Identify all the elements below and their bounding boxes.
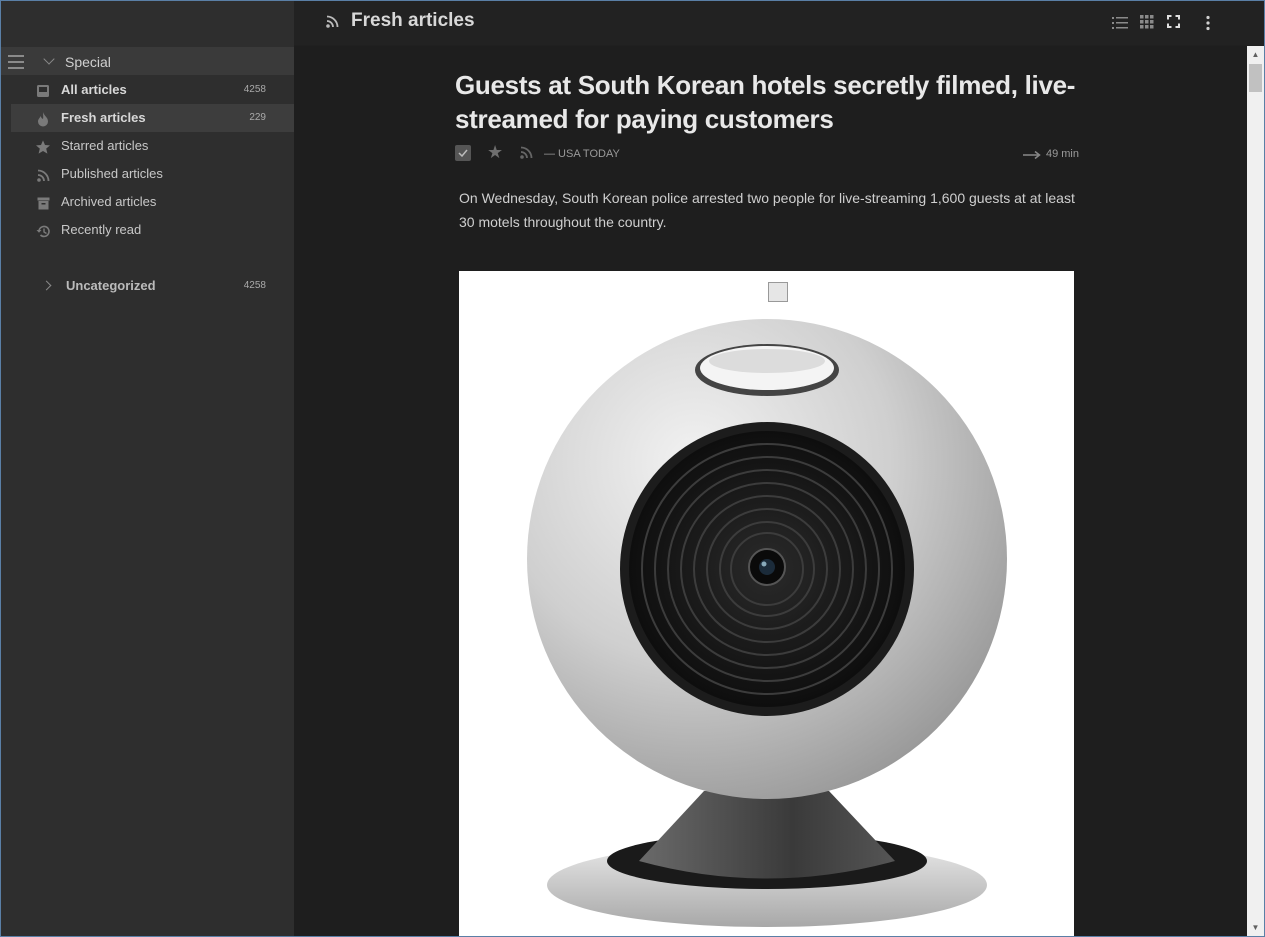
read-time: 49 min [1045, 148, 1079, 160]
chevron-right-icon [41, 280, 52, 291]
broken-image-icon [768, 282, 788, 302]
inbox-icon [35, 83, 51, 99]
chevron-down-icon [43, 53, 55, 65]
archive-icon [35, 195, 51, 211]
sidebar-item-label: Fresh articles [61, 110, 146, 125]
unread-count: 4258 [243, 280, 266, 291]
list-view-button[interactable] [1112, 15, 1128, 31]
webcam-photo [527, 319, 1007, 927]
star-icon [35, 139, 51, 155]
more-options-button[interactable] [1205, 15, 1221, 31]
sidebar-item-archived-articles[interactable]: Archived articles [11, 188, 294, 216]
unread-count: 4258 [243, 84, 266, 95]
grid-view-button[interactable] [1140, 15, 1156, 31]
article-title[interactable]: Guests at South Korean hotels secretly f… [455, 68, 1079, 136]
sidebar-item-label: Published articles [61, 166, 163, 181]
article-view[interactable]: Guests at South Korean hotels secretly f… [294, 46, 1247, 936]
more-vert-icon [1205, 15, 1221, 31]
article-image [459, 271, 1074, 936]
feed-title: Fresh articles [351, 10, 475, 31]
star-icon[interactable]: ★ [487, 143, 503, 161]
fullscreen-icon [1167, 15, 1183, 28]
category-uncategorized[interactable]: Uncategorized 4258 [11, 272, 294, 300]
scroll-down-arrow-icon[interactable]: ▼ [1247, 919, 1264, 936]
article-summary: On Wednesday, South Korean police arrest… [459, 190, 1075, 230]
history-icon [35, 223, 51, 239]
rss-icon [326, 15, 339, 33]
fire-icon [35, 111, 51, 127]
sidebar-top [1, 1, 294, 45]
mark-read-checkbox[interactable] [455, 145, 471, 161]
sidebar-item-label: Starred articles [61, 138, 149, 153]
sidebar-item-recently-read[interactable]: Recently read [11, 216, 294, 244]
unread-count: 229 [249, 112, 266, 123]
content-scrollbar[interactable]: ▲ ▼ [1247, 46, 1264, 936]
special-feed-list: All articles 4258 Fresh articles 229 Sta… [11, 76, 294, 244]
sidebar-item-label: All articles [61, 82, 127, 97]
sidebar-item-label: Archived articles [61, 194, 157, 209]
special-section-label: Special [65, 54, 111, 70]
publish-rss-icon[interactable] [520, 146, 533, 164]
category-label: Uncategorized [66, 278, 156, 293]
grid-view-icon [1140, 15, 1156, 29]
hamburger-menu-icon[interactable] [8, 55, 24, 69]
sidebar-item-starred-articles[interactable]: Starred articles [11, 132, 294, 160]
sidebar-item-label: Recently read [61, 222, 142, 237]
rss-icon [35, 167, 51, 183]
arrow-right-icon [1023, 147, 1041, 165]
sidebar-item-all-articles[interactable]: All articles 4258 [11, 76, 294, 104]
scroll-up-arrow-icon[interactable]: ▲ [1247, 46, 1264, 63]
feed-header: Fresh articles [294, 1, 1264, 45]
sidebar-item-published-articles[interactable]: Published articles [11, 160, 294, 188]
sidebar: Special All articles 4258 Fresh articles… [1, 1, 294, 936]
scroll-thumb[interactable] [1249, 64, 1262, 92]
article: Guests at South Korean hotels secretly f… [455, 68, 1079, 234]
article-source[interactable]: — USA TODAY [544, 148, 620, 160]
fullscreen-button[interactable] [1167, 15, 1183, 31]
article-meta: ★ — USA TODAY 49 min [455, 142, 1079, 168]
list-view-icon [1112, 15, 1128, 31]
special-section-header[interactable]: Special [1, 47, 294, 75]
sidebar-item-fresh-articles[interactable]: Fresh articles 229 [11, 104, 294, 132]
